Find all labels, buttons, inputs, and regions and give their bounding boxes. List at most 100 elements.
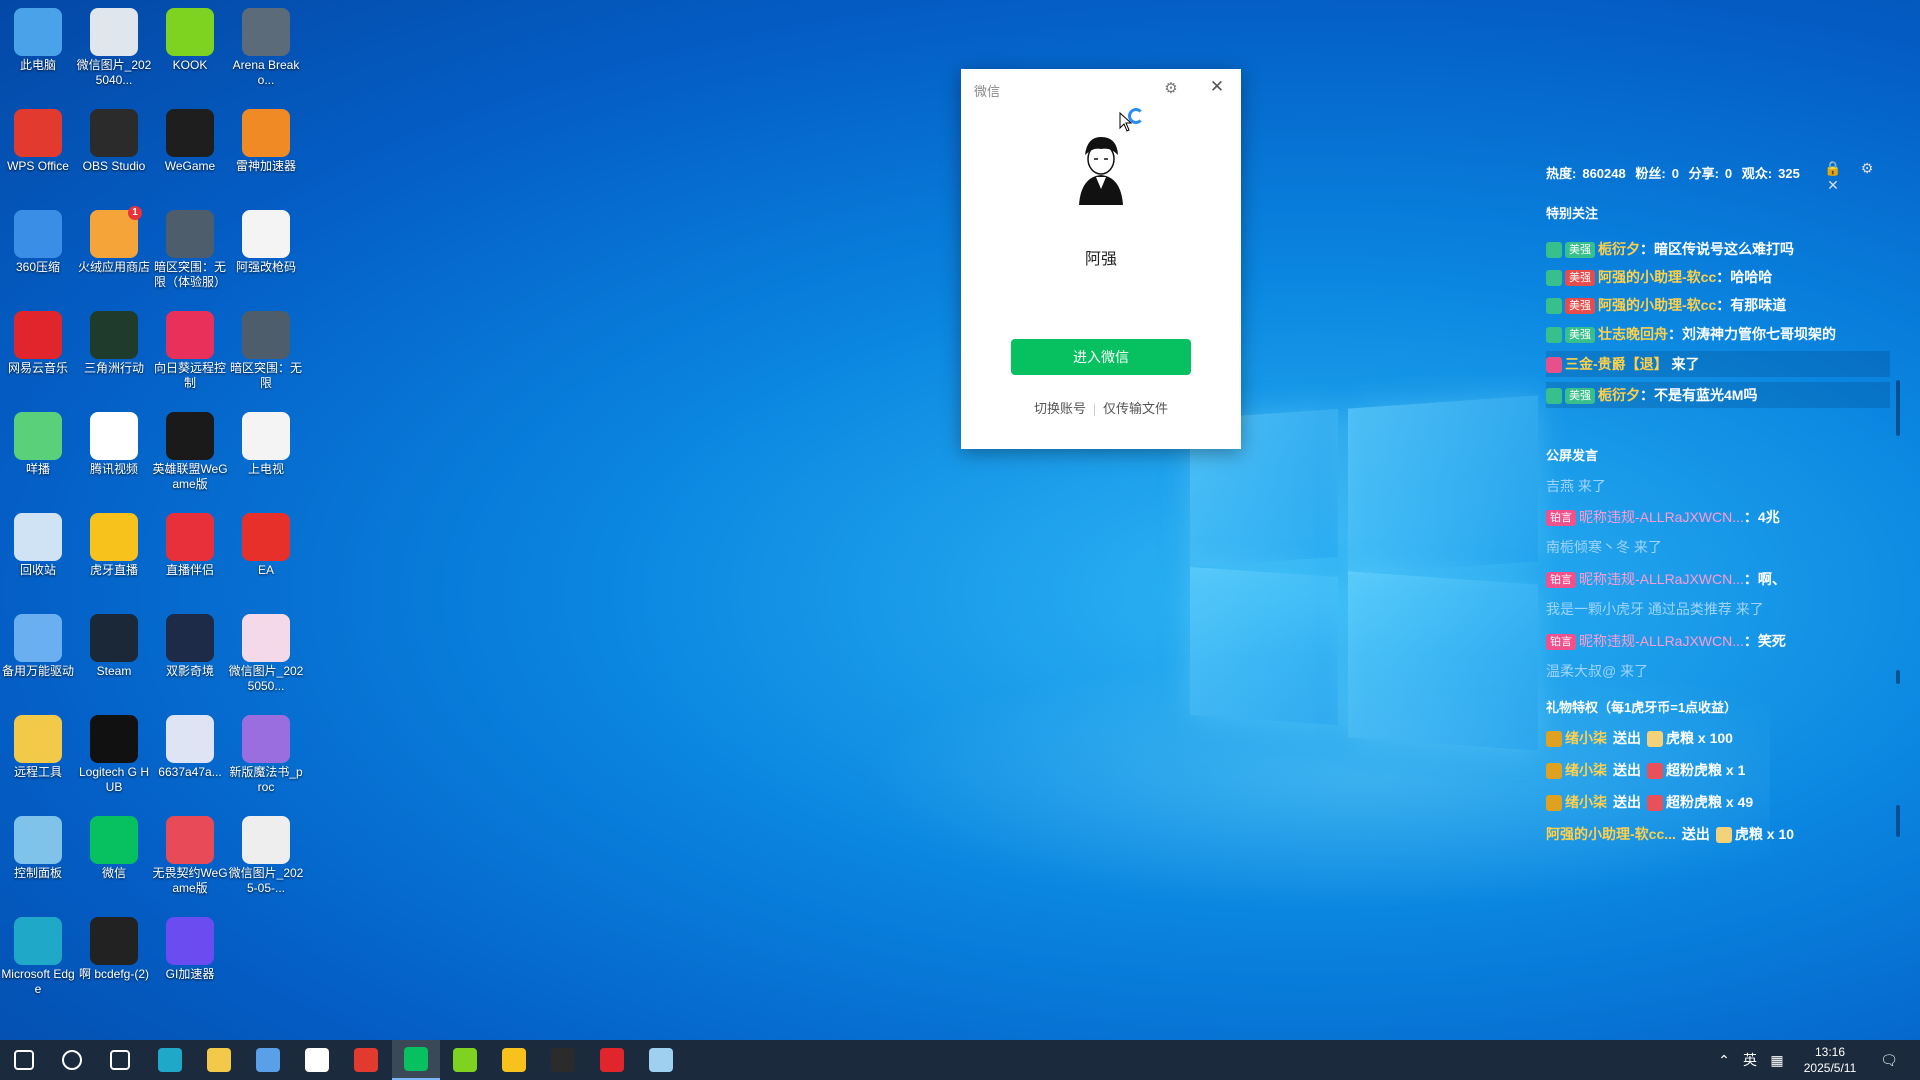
desktop-icon[interactable]: GI加速器 — [152, 913, 228, 982]
chat-nickname[interactable]: 昵称违规-ALLRaJXWCN... — [1579, 509, 1744, 525]
taskbar-app-button[interactable] — [48, 1040, 96, 1080]
enter-notice-row: 我是一颗小虎牙 通过品类推荐 来了 — [1546, 596, 1890, 622]
desktop-icon-label: 阿强改枪码 — [235, 260, 296, 274]
taskbar-app-button[interactable] — [637, 1040, 685, 1080]
chat-nickname[interactable]: 阿强的小助理-软cc — [1598, 297, 1716, 313]
user-badge-icon — [1546, 327, 1562, 344]
desktop-icon[interactable]: Steam — [76, 610, 152, 679]
desktop-icon[interactable]: 上电视 — [228, 408, 304, 477]
share-value: 0 — [1724, 166, 1733, 181]
desktop-icon[interactable]: 雷神加速器 — [228, 105, 304, 174]
settings-gear-icon[interactable]: ⚙ — [1162, 79, 1180, 97]
desktop-icon[interactable]: 腾讯视频 — [76, 408, 152, 477]
desktop-icon[interactable]: 远程工具 — [0, 711, 76, 780]
enter-wechat-button[interactable]: 进入微信 — [1011, 339, 1191, 375]
desktop-icon[interactable]: Logitech G HUB — [76, 711, 152, 795]
desktop-icon[interactable]: KOOK — [152, 4, 228, 73]
chat-nickname[interactable]: 昵称违规-ALLRaJXWCN... — [1579, 633, 1744, 649]
chat-nickname[interactable]: 壮志晚回舟 — [1598, 326, 1668, 342]
desktop-icon-label: 双影奇境 — [165, 664, 214, 678]
desktop-icon[interactable]: 微信 — [76, 812, 152, 881]
taskbar-app-button[interactable] — [588, 1040, 636, 1080]
desktop-icon[interactable]: 双影奇境 — [152, 610, 228, 679]
taskbar-app-button[interactable] — [293, 1040, 341, 1080]
taskbar-app-button[interactable] — [0, 1040, 48, 1080]
chat-nickname[interactable]: 栀衍夕 — [1598, 387, 1640, 403]
taskbar-app-button[interactable] — [244, 1040, 292, 1080]
desktop-icon[interactable]: 三角洲行动 — [76, 307, 152, 376]
chat-nickname[interactable]: 栀衍夕 — [1598, 241, 1640, 257]
public-chat-row: 铂言 昵称违规-ALLRaJXWCN...：4兆 — [1546, 504, 1890, 530]
desktop-icon[interactable]: 6637a47a... — [152, 711, 228, 780]
desktop-icon[interactable]: 控制面板 — [0, 812, 76, 881]
taskbar-app-button[interactable] — [490, 1040, 538, 1080]
desktop-icon[interactable]: 咩播 — [0, 408, 76, 477]
desktop-icon[interactable]: Microsoft Edge — [0, 913, 76, 997]
desktop-icon[interactable]: 虎牙直播 — [76, 509, 152, 578]
desktop-icon[interactable]: 啊 bcdefg-(2) — [76, 913, 152, 982]
tray-expand-chevron-icon[interactable]: ⌃ — [1712, 1040, 1736, 1080]
keyboard-layout-icon[interactable]: ▦ — [1764, 1040, 1790, 1080]
transfer-files-only-link[interactable]: 仅传输文件 — [1095, 398, 1176, 417]
taskbar-app-button[interactable] — [146, 1040, 194, 1080]
taskbar-app-button[interactable] — [539, 1040, 587, 1080]
desktop-icon[interactable]: 此电脑 — [0, 4, 76, 73]
taskbar-app-button[interactable] — [342, 1040, 390, 1080]
close-icon[interactable]: ✕ — [1207, 77, 1227, 97]
gift-sender[interactable]: 绪小柒 — [1565, 730, 1607, 746]
desktop-icon[interactable]: 暗区突围：无限（体验服） — [152, 206, 228, 290]
desktop-icon[interactable]: OBS Studio — [76, 105, 152, 174]
gift-action: 送出 — [1681, 826, 1710, 842]
desktop-icon[interactable]: 新版魔法书_proc — [228, 711, 304, 795]
fan-tag: 美强 — [1565, 388, 1595, 405]
desktop-icon[interactable]: 微信图片_2025-05-... — [228, 812, 304, 896]
taskbar-app-button[interactable] — [392, 1040, 440, 1080]
desktop-icon[interactable]: 360压缩 — [0, 206, 76, 275]
chat-message: ：4兆 — [1743, 509, 1780, 525]
desktop-icon[interactable]: 网易云音乐 — [0, 307, 76, 376]
desktop-icon[interactable]: 暗区突围：无限 — [228, 307, 304, 391]
gift-scrollbar[interactable] — [1896, 805, 1900, 837]
public-chat-title: 公屏发言 — [1546, 448, 1599, 463]
system-clock[interactable]: 13:16 2025/5/11 — [1790, 1044, 1870, 1076]
desktop-icon[interactable]: 回收站 — [0, 509, 76, 578]
desktop-icon[interactable]: 向日葵远程控制 — [152, 307, 228, 391]
public-scrollbar[interactable] — [1896, 670, 1900, 684]
gear-icon[interactable]: ⚙ — [1856, 160, 1878, 177]
gift-name: 超粉虎粮 x 1 — [1666, 762, 1746, 778]
desktop-icon[interactable]: Arena Breako... — [228, 4, 304, 88]
image-file-icon — [242, 816, 290, 864]
desktop-icon[interactable]: 无畏契约WeGame版 — [152, 812, 228, 896]
taskbar-app-button[interactable] — [441, 1040, 489, 1080]
desktop-icon-label: 微信图片_2025050... — [228, 664, 304, 693]
chat-nickname[interactable]: 阿强的小助理-软cc — [1598, 269, 1716, 285]
gift-sender[interactable]: 阿强的小助理-软cc... — [1546, 826, 1676, 842]
desktop-icon[interactable]: 1 火绒应用商店 — [76, 206, 152, 275]
switch-account-link[interactable]: 切换账号 — [1026, 398, 1094, 417]
notification-center-icon[interactable]: 🗨 — [1872, 1040, 1906, 1080]
close-icon[interactable]: ✕ — [1822, 177, 1844, 194]
desktop-icon[interactable]: 直播伴侣 — [152, 509, 228, 578]
desktop-icon[interactable]: WeGame — [152, 105, 228, 174]
taskbar-app-button[interactable] — [96, 1040, 144, 1080]
delta-icon — [90, 311, 138, 359]
task-view-icon — [110, 1050, 130, 1070]
desktop-icon[interactable]: 微信图片_2025050... — [228, 610, 304, 694]
chat-nickname[interactable]: 三金-贵爵【退】 — [1565, 356, 1668, 372]
desktop-icon[interactable]: 微信图片_2025040... — [76, 4, 152, 88]
noble-tag: 铂言 — [1546, 510, 1576, 527]
desktop-icon[interactable]: WPS Office — [0, 105, 76, 174]
ime-indicator[interactable]: 英 — [1736, 1040, 1764, 1080]
desktop-icon[interactable]: 阿强改枪码 — [228, 206, 304, 275]
desktop-icon-label: 360压缩 — [15, 260, 61, 274]
lock-icon[interactable]: 🔒 — [1822, 160, 1844, 177]
gift-sender[interactable]: 绪小柒 — [1565, 794, 1607, 810]
desktop-icon[interactable]: 英雄联盟WeGame版 — [152, 408, 228, 492]
desktop-icon[interactable]: EA — [228, 509, 304, 578]
chat-nickname[interactable]: 昵称违规-ALLRaJXWCN... — [1579, 571, 1744, 587]
desktop-icon[interactable]: 备用万能驱动 — [0, 610, 76, 679]
special-scrollbar[interactable] — [1896, 380, 1900, 436]
gift-sender[interactable]: 绪小柒 — [1565, 762, 1607, 778]
taskbar-app-button[interactable] — [195, 1040, 243, 1080]
huya-icon — [502, 1048, 526, 1072]
